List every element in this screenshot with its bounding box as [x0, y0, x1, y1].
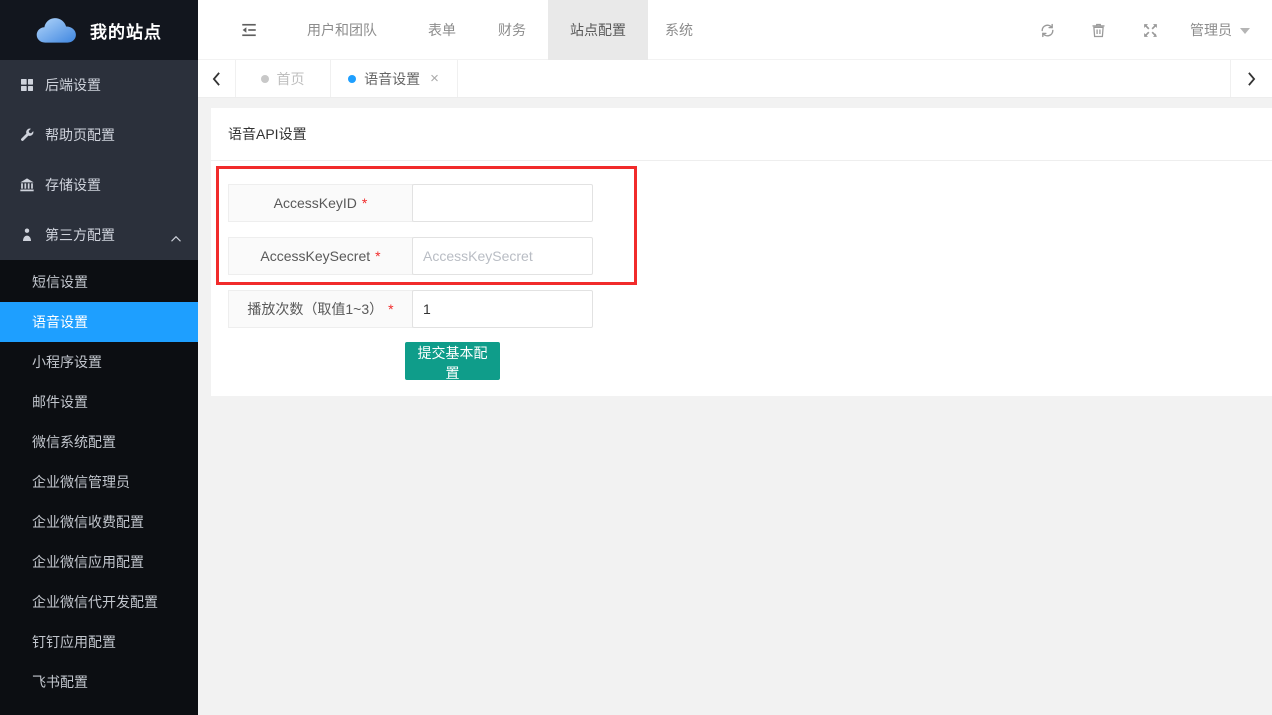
- chevron-up-icon: [170, 230, 182, 246]
- accesskeysecret-input[interactable]: [412, 237, 593, 275]
- user-menu[interactable]: 管理员: [1190, 0, 1250, 60]
- sidebar-item-help-page-config[interactable]: 帮助页配置: [0, 110, 198, 160]
- main-content: 语音API设置 AccessKeyID * AccessKeySecret * 播放…: [198, 98, 1272, 715]
- brand-title: 我的站点: [90, 18, 162, 43]
- tab-status-dot: [261, 75, 269, 83]
- accesskeyid-label: AccessKeyID *: [228, 184, 413, 222]
- sidebar-item-label: 存储设置: [45, 175, 101, 195]
- nav-item-system[interactable]: 系统: [651, 0, 707, 60]
- tab-home[interactable]: 首页: [235, 60, 331, 97]
- tab-scroll-right-icon[interactable]: [1230, 60, 1272, 97]
- tab-label: 语音设置: [364, 69, 420, 89]
- user-icon: [19, 227, 35, 243]
- sidebar-item-dingtalk-app-config[interactable]: 钉钉应用配置: [0, 622, 198, 662]
- sidebar-item-wecom-admin[interactable]: 企业微信管理员: [0, 462, 198, 502]
- field-label-text: AccessKeySecret: [260, 248, 370, 264]
- grid-icon: [19, 77, 35, 93]
- sidebar-group: 后端设置 帮助页配置: [0, 60, 198, 260]
- refresh-icon[interactable]: [1039, 22, 1056, 39]
- sidebar-item-mail-settings[interactable]: 邮件设置: [0, 382, 198, 422]
- sidebar-item-wecom-billing-config[interactable]: 企业微信收费配置: [0, 502, 198, 542]
- tab-label: 首页: [277, 69, 305, 89]
- sidebar-item-label: 帮助页配置: [45, 125, 115, 145]
- sidebar-item-voice-settings[interactable]: 语音设置: [0, 302, 198, 342]
- form-row-accesskeyid: AccessKeyID *: [228, 184, 593, 222]
- sidebar: 后端设置 帮助页配置: [0, 60, 198, 715]
- sidebar-item-wecom-app-config[interactable]: 企业微信应用配置: [0, 542, 198, 582]
- tab-voice-settings[interactable]: 语音设置 ×: [330, 60, 458, 97]
- sidebar-item-wecom-dev-config[interactable]: 企业微信代开发配置: [0, 582, 198, 622]
- sidebar-submenu: 短信设置 语音设置 小程序设置 邮件设置 微信系统配置 企业微信管理员 企业微信…: [0, 260, 198, 702]
- sidebar-item-label: 第三方配置: [45, 225, 115, 245]
- sidebar-item-storage-settings[interactable]: 存储设置: [0, 160, 198, 210]
- required-mark: *: [388, 301, 393, 317]
- required-mark: *: [375, 248, 380, 264]
- play-count-input[interactable]: [412, 290, 593, 328]
- required-mark: *: [362, 195, 367, 211]
- card-title: 语音API设置: [211, 108, 1272, 161]
- play-count-label: 播放次数（取值1~3） *: [228, 290, 413, 328]
- user-menu-label: 管理员: [1190, 22, 1232, 38]
- submit-basic-config-button[interactable]: 提交基本配置: [405, 342, 500, 380]
- tab-status-dot: [348, 75, 356, 83]
- sidebar-item-miniprogram-settings[interactable]: 小程序设置: [0, 342, 198, 382]
- menu-fold-icon[interactable]: [240, 21, 258, 39]
- app-window: 我的站点 用户和团队 表单 财务 站点配置 系统: [0, 0, 1272, 715]
- sidebar-item-backend-settings[interactable]: 后端设置: [0, 60, 198, 110]
- nav-item-site-config[interactable]: 站点配置: [548, 0, 648, 60]
- close-icon[interactable]: ×: [430, 70, 439, 87]
- sidebar-item-third-party-config[interactable]: 第三方配置: [0, 210, 198, 260]
- nav-item-users-teams[interactable]: 用户和团队: [300, 0, 384, 60]
- bank-icon: [19, 177, 35, 193]
- accesskeysecret-label: AccessKeySecret *: [228, 237, 413, 275]
- sidebar-item-wechat-system-config[interactable]: 微信系统配置: [0, 422, 198, 462]
- sidebar-item-label: 后端设置: [45, 75, 101, 95]
- sidebar-item-feishu-config[interactable]: 飞书配置: [0, 662, 198, 702]
- form-row-play-count: 播放次数（取值1~3） *: [228, 290, 593, 328]
- sidebar-item-sms-settings[interactable]: 短信设置: [0, 262, 198, 302]
- tab-bar: 首页 语音设置 ×: [198, 60, 1272, 98]
- cloud-icon: [36, 14, 78, 46]
- voice-api-card: 语音API设置 AccessKeyID * AccessKeySecret * 播放…: [211, 108, 1272, 396]
- brand-logo: 我的站点: [0, 0, 198, 60]
- nav-item-finance[interactable]: 财务: [484, 0, 540, 60]
- field-label-text: 播放次数（取值1~3）: [247, 299, 383, 319]
- form-row-accesskeysecret: AccessKeySecret *: [228, 237, 593, 275]
- trash-icon[interactable]: [1090, 22, 1107, 39]
- tab-scroll-left-icon[interactable]: [198, 60, 236, 97]
- field-label-text: AccessKeyID: [274, 195, 357, 211]
- fullscreen-icon[interactable]: [1142, 22, 1159, 39]
- nav-item-forms[interactable]: 表单: [414, 0, 470, 60]
- top-header: 用户和团队 表单 财务 站点配置 系统: [198, 0, 1272, 60]
- accesskeyid-input[interactable]: [412, 184, 593, 222]
- chevron-down-icon: [1240, 28, 1250, 34]
- wrench-icon: [19, 127, 35, 143]
